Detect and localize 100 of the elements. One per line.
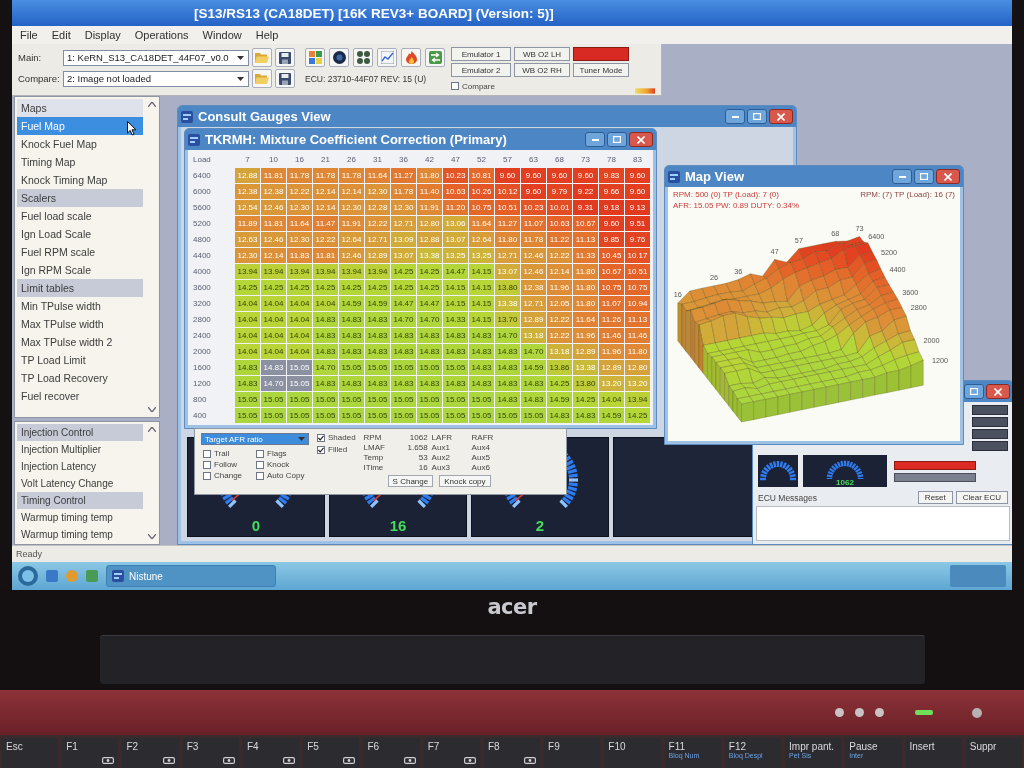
list-item[interactable]: Ign Load Scale — [17, 225, 143, 243]
table-cell[interactable]: 15.05 — [443, 392, 468, 407]
menu-item[interactable]: Window — [196, 29, 248, 41]
table-cell[interactable]: 14.25 — [339, 280, 364, 295]
table-cell[interactable]: 14.83 — [443, 328, 468, 343]
table-cell[interactable]: 14.83 — [391, 344, 416, 359]
table-cell[interactable]: 9.60 — [547, 168, 572, 183]
table-cell[interactable]: 14.25 — [625, 408, 650, 423]
ecu-button[interactable]: Reset — [917, 491, 953, 504]
table-cell[interactable]: 14.04 — [235, 312, 260, 327]
table-cell[interactable]: 14.83 — [313, 376, 338, 391]
table-cell[interactable]: 14.83 — [495, 376, 520, 391]
table-cell[interactable]: 14.83 — [339, 328, 364, 343]
menu-item[interactable]: Display — [78, 29, 127, 41]
table-cell[interactable]: 14.04 — [261, 296, 286, 311]
list-item[interactable]: TP Load Limit — [17, 351, 143, 369]
table-cell[interactable]: 13.94 — [365, 264, 390, 279]
table-cell[interactable]: 14.47 — [417, 296, 442, 311]
list-item[interactable]: Warmup timing temp — [17, 526, 143, 543]
table-cell[interactable]: 15.05 — [417, 408, 442, 423]
checkbox[interactable] — [256, 449, 265, 458]
table-cell[interactable]: 9.60 — [521, 168, 546, 183]
list-item[interactable]: Max TPulse width 2 — [17, 333, 143, 351]
table-cell[interactable]: 14.83 — [443, 344, 468, 359]
table-cell[interactable]: 13.70 — [495, 312, 520, 327]
table-cell[interactable]: 14.70 — [313, 360, 338, 375]
table-cell[interactable]: 15.05 — [339, 360, 364, 375]
table-cell[interactable]: 14.25 — [547, 376, 572, 391]
checkbox[interactable] — [451, 82, 459, 90]
table-cell[interactable]: 14.83 — [573, 408, 598, 423]
table-cell[interactable]: 14.83 — [469, 376, 494, 391]
table-cell[interactable]: 9.60 — [573, 168, 598, 183]
table-cell[interactable]: 9.22 — [573, 184, 598, 199]
view-dropdown[interactable]: Target AFR ratio — [201, 433, 309, 445]
table-cell[interactable]: 14.83 — [469, 328, 494, 343]
image-dropdown[interactable]: 1: KeRN_S13_CA18DET_44F07_v0.0 — [63, 49, 249, 66]
list-item[interactable]: Timing Map — [17, 153, 143, 171]
keyboard-key[interactable]: F7 — [423, 738, 480, 768]
table-cell[interactable]: 14.83 — [339, 312, 364, 327]
checkbox[interactable] — [256, 460, 265, 469]
table-cell[interactable]: 9.60 — [495, 168, 520, 183]
keyboard-key[interactable]: Suppr — [965, 738, 1022, 768]
table-cell[interactable]: 14.83 — [521, 376, 546, 391]
table-cell[interactable]: 14.83 — [391, 376, 416, 391]
table-cell[interactable]: 14.59 — [599, 408, 624, 423]
table-cell[interactable]: 14.25 — [287, 280, 312, 295]
table-cell[interactable]: 14.04 — [261, 312, 286, 327]
table-cell[interactable]: 14.59 — [521, 360, 546, 375]
table-cell[interactable]: 10.23 — [443, 168, 468, 183]
checkbox[interactable] — [203, 460, 211, 469]
keyboard-key[interactable]: F4 — [242, 738, 300, 768]
table-cell[interactable]: 15.05 — [417, 360, 442, 375]
scroll-down-icon[interactable] — [148, 534, 156, 539]
scroll-up-icon[interactable] — [148, 427, 156, 432]
list-item[interactable]: Warmup timing temp — [17, 509, 143, 526]
table-cell[interactable]: 14.70 — [417, 312, 442, 327]
menu-item[interactable]: Operations — [128, 29, 195, 41]
table-cell[interactable]: 10.12 — [495, 184, 520, 199]
table-cell[interactable]: 10.01 — [547, 200, 572, 215]
table-cell[interactable]: 14.83 — [365, 376, 390, 391]
table-cell[interactable]: 14.70 — [391, 312, 416, 327]
table-cell[interactable]: 13.86 — [547, 360, 572, 375]
minimize-button[interactable] — [585, 132, 605, 147]
list-item[interactable]: Ign RPM Scale — [17, 261, 143, 279]
close-button[interactable] — [629, 132, 653, 147]
table-cell[interactable]: 15.05 — [313, 408, 338, 423]
table-cell[interactable]: 14.15 — [469, 312, 494, 327]
table-cell[interactable]: 15.05 — [339, 392, 364, 407]
table-cell[interactable]: 14.15 — [469, 280, 494, 295]
table-cell[interactable]: 14.59 — [547, 392, 572, 407]
table-cell[interactable]: 15.05 — [365, 408, 390, 423]
table-cell[interactable]: 9.85 — [599, 232, 624, 247]
toolbar-text-button[interactable]: Emulator 1 — [451, 47, 511, 61]
keyboard-key[interactable]: F9 — [544, 738, 601, 768]
table-cell[interactable]: 15.05 — [469, 408, 494, 423]
table-cell[interactable]: 14.15 — [469, 296, 494, 311]
save-button[interactable] — [275, 48, 295, 67]
table-cell[interactable]: 9.51 — [625, 216, 650, 231]
image-dropdown[interactable]: 2: Image not loaded — [63, 70, 249, 87]
menu-item[interactable]: Edit — [45, 29, 77, 41]
toolbar-button[interactable] — [329, 48, 349, 67]
table-cell[interactable]: 15.05 — [365, 392, 390, 407]
table-cell[interactable]: 14.25 — [365, 280, 390, 295]
table-cell[interactable]: 14.33 — [443, 312, 468, 327]
table-cell[interactable]: 14.25 — [417, 264, 442, 279]
table-cell[interactable]: 10.51 — [625, 264, 650, 279]
table-cell[interactable]: 9.31 — [573, 200, 598, 215]
table-cell[interactable]: 14.04 — [261, 328, 286, 343]
keyboard-key[interactable]: F5 — [303, 738, 360, 768]
scroll-up-icon[interactable] — [148, 102, 156, 107]
table-cell[interactable]: 14.15 — [443, 296, 468, 311]
table-cell[interactable]: 13.94 — [625, 392, 650, 407]
table-cell[interactable]: 9.76 — [625, 232, 650, 247]
checkbox[interactable] — [317, 445, 325, 454]
table-cell[interactable]: 9.60 — [625, 168, 650, 183]
table-cell[interactable]: 14.83 — [235, 376, 260, 391]
panel-button[interactable]: S Change — [387, 475, 434, 487]
table-cell[interactable]: 15.05 — [443, 360, 468, 375]
table-cell[interactable]: 14.83 — [469, 360, 494, 375]
table-cell[interactable]: 13.80 — [573, 376, 598, 391]
